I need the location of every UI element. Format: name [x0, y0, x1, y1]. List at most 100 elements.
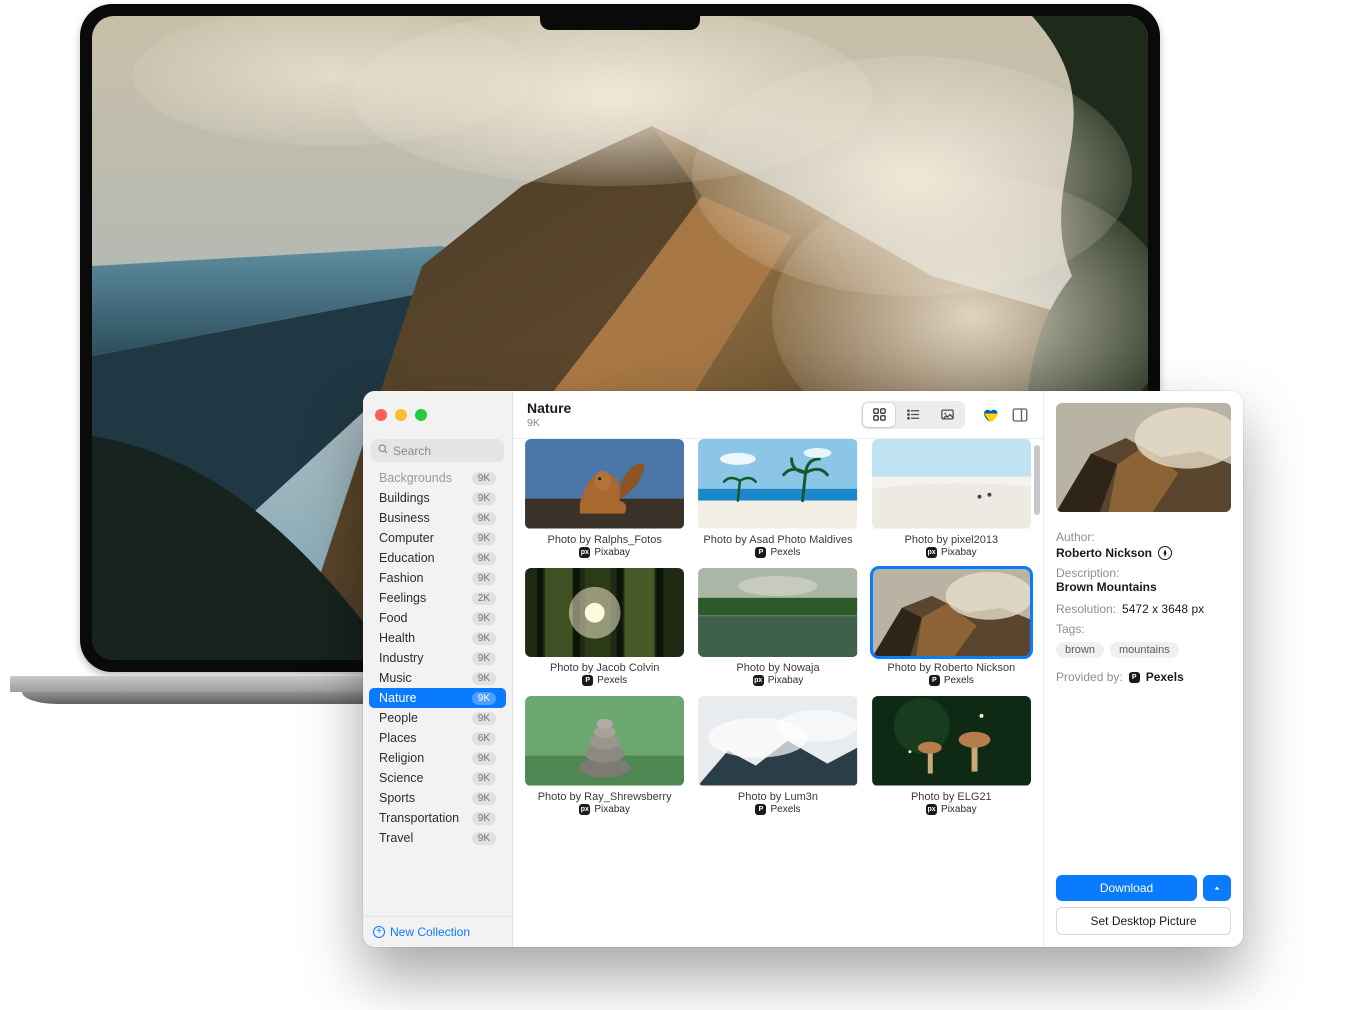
list-view-button[interactable] [897, 403, 929, 427]
sidebar-item-count: 9K [472, 672, 496, 685]
sidebar-item-feelings[interactable]: Feelings2K [369, 588, 506, 608]
category-title: Nature [527, 400, 571, 416]
photo-source-label: Pixabay [941, 547, 977, 558]
sidebar-item-label: Places [379, 731, 417, 745]
sidebar-item-fashion[interactable]: Fashion9K [369, 568, 506, 588]
details-panel: Author: Roberto Nickson Description: Bro… [1043, 391, 1243, 947]
search-icon [377, 443, 389, 458]
sidebar-item-computer[interactable]: Computer9K [369, 528, 506, 548]
photo-caption: Photo by Nowaja [736, 662, 819, 674]
tags-label: Tags: [1056, 622, 1231, 636]
source-badge-icon: P [582, 675, 593, 686]
sidebar-item-count: 9K [472, 552, 496, 565]
app-window: Backgrounds9KBuildings9KBusiness9KComput… [363, 391, 1243, 947]
plus-circle-icon: + [373, 926, 385, 938]
photo-card: Photo by Jacob ColvinPPexels [525, 568, 684, 693]
photo-caption: Photo by Ray_Shrewsberry [538, 791, 672, 803]
photo-card: Photo by Roberto NicksonPPexels [872, 568, 1031, 693]
download-button[interactable]: Download [1056, 875, 1197, 901]
set-wallpaper-button[interactable]: Set Desktop Picture [1056, 907, 1231, 935]
view-switcher [861, 401, 965, 429]
scrollbar-thumb[interactable] [1034, 445, 1040, 515]
sidebar-item-places[interactable]: Places6K [369, 728, 506, 748]
sidebar-item-science[interactable]: Science 9K [369, 768, 506, 788]
sidebar-item-count: 9K [472, 712, 496, 725]
photo-thumbnail[interactable] [525, 439, 684, 529]
sidebar-item-transportation[interactable]: Transportation9K [369, 808, 506, 828]
sidebar-item-industry[interactable]: Industry9K [369, 648, 506, 668]
sidebar-item-count: 9K [472, 492, 496, 505]
sidebar-item-count: 9K [472, 812, 496, 825]
tag[interactable]: brown [1056, 642, 1104, 658]
photo-card: Photo by Lum3nPPexels [698, 696, 857, 821]
minimize-button[interactable] [395, 409, 407, 421]
photo-caption: Photo by ELG21 [911, 791, 992, 803]
sidebar-item-count: 9K [472, 692, 496, 705]
sidebar-item-health[interactable]: Health9K [369, 628, 506, 648]
photo-caption: Photo by Ralphs_Fotos [547, 534, 661, 546]
source-badge-icon: P [929, 675, 940, 686]
sidebar-item-music[interactable]: Music 9K [369, 668, 506, 688]
photo-source-label: Pexels [770, 804, 800, 815]
tag[interactable]: mountains [1110, 642, 1179, 658]
photo-caption: Photo by Roberto Nickson [887, 662, 1015, 674]
photo-source-label: Pixabay [941, 804, 977, 815]
photo-source-label: Pexels [597, 675, 627, 686]
toolbar: Nature 9K [513, 391, 1043, 439]
download-menu-button[interactable] [1203, 875, 1231, 901]
source-badge-icon: px [926, 804, 937, 815]
zoom-button[interactable] [415, 409, 427, 421]
sidebar-item-label: Music [379, 671, 412, 685]
photo-thumbnail[interactable] [698, 568, 857, 658]
photo-thumbnail[interactable] [525, 696, 684, 786]
photo-card: Photo by Ray_ShrewsberrypxPixabay [525, 696, 684, 821]
sidebar-item-sports[interactable]: Sports9K [369, 788, 506, 808]
sidebar-item-label: Science [379, 771, 423, 785]
author-value: Roberto Nickson [1056, 546, 1152, 560]
sidebar-item-nature[interactable]: Nature9K [369, 688, 506, 708]
photo-thumbnail[interactable] [525, 568, 684, 658]
search-field[interactable] [371, 439, 504, 462]
sidebar-item-label: Backgrounds [379, 471, 452, 485]
photo-thumbnail[interactable] [872, 696, 1031, 786]
new-collection-button[interactable]: + New Collection [363, 916, 512, 947]
sidebar-item-backgrounds[interactable]: Backgrounds9K [369, 468, 506, 488]
single-view-button[interactable] [931, 403, 963, 427]
sidebar-item-label: Sports [379, 791, 415, 805]
sidebar-item-label: Fashion [379, 571, 423, 585]
grid-view-button[interactable] [863, 403, 895, 427]
sidebar-item-count: 9K [472, 772, 496, 785]
toolbar-title-block: Nature 9K [527, 400, 571, 428]
toggle-sidebar-button[interactable] [1011, 406, 1029, 424]
grid-viewport: PPexelspxPixabayPPexelsPhoto by Ralphs_F… [513, 439, 1043, 947]
photo-thumbnail[interactable] [872, 568, 1031, 658]
sidebar-item-business[interactable]: Business9K [369, 508, 506, 528]
photo-thumbnail[interactable] [698, 696, 857, 786]
photo-thumbnail[interactable] [698, 439, 857, 529]
sidebar-item-religion[interactable]: Religion9K [369, 748, 506, 768]
sidebar-item-education[interactable]: Education9K [369, 548, 506, 568]
photo-source-label: Pexels [770, 547, 800, 558]
photo-source: PPexels [929, 675, 974, 686]
sidebar-item-count: 9K [472, 632, 496, 645]
tag-list: brown mountains [1056, 642, 1231, 658]
sidebar-item-buildings[interactable]: Buildings9K [369, 488, 506, 508]
source-badge-icon: P [1129, 672, 1140, 683]
sidebar-item-count: 2K [472, 592, 496, 605]
ukraine-heart-icon[interactable] [981, 406, 999, 424]
photo-source: PPexels [755, 547, 800, 558]
sidebar-item-people[interactable]: People9K [369, 708, 506, 728]
source-badge-icon: px [579, 804, 590, 815]
sidebar-item-food[interactable]: Food9K [369, 608, 506, 628]
photo-card: Photo by NowajapxPixabay [698, 568, 857, 693]
close-button[interactable] [375, 409, 387, 421]
source-badge-icon: P [755, 804, 766, 815]
search-input[interactable] [393, 444, 498, 458]
photo-card: Photo by Ralphs_FotospxPixabay [525, 439, 684, 564]
sidebar-item-label: Industry [379, 651, 423, 665]
author-link-icon[interactable] [1158, 546, 1172, 560]
sidebar-item-travel[interactable]: Travel9K [369, 828, 506, 848]
photo-thumbnail[interactable] [872, 439, 1031, 529]
details-preview [1056, 403, 1231, 512]
source-badge-icon: px [579, 547, 590, 558]
